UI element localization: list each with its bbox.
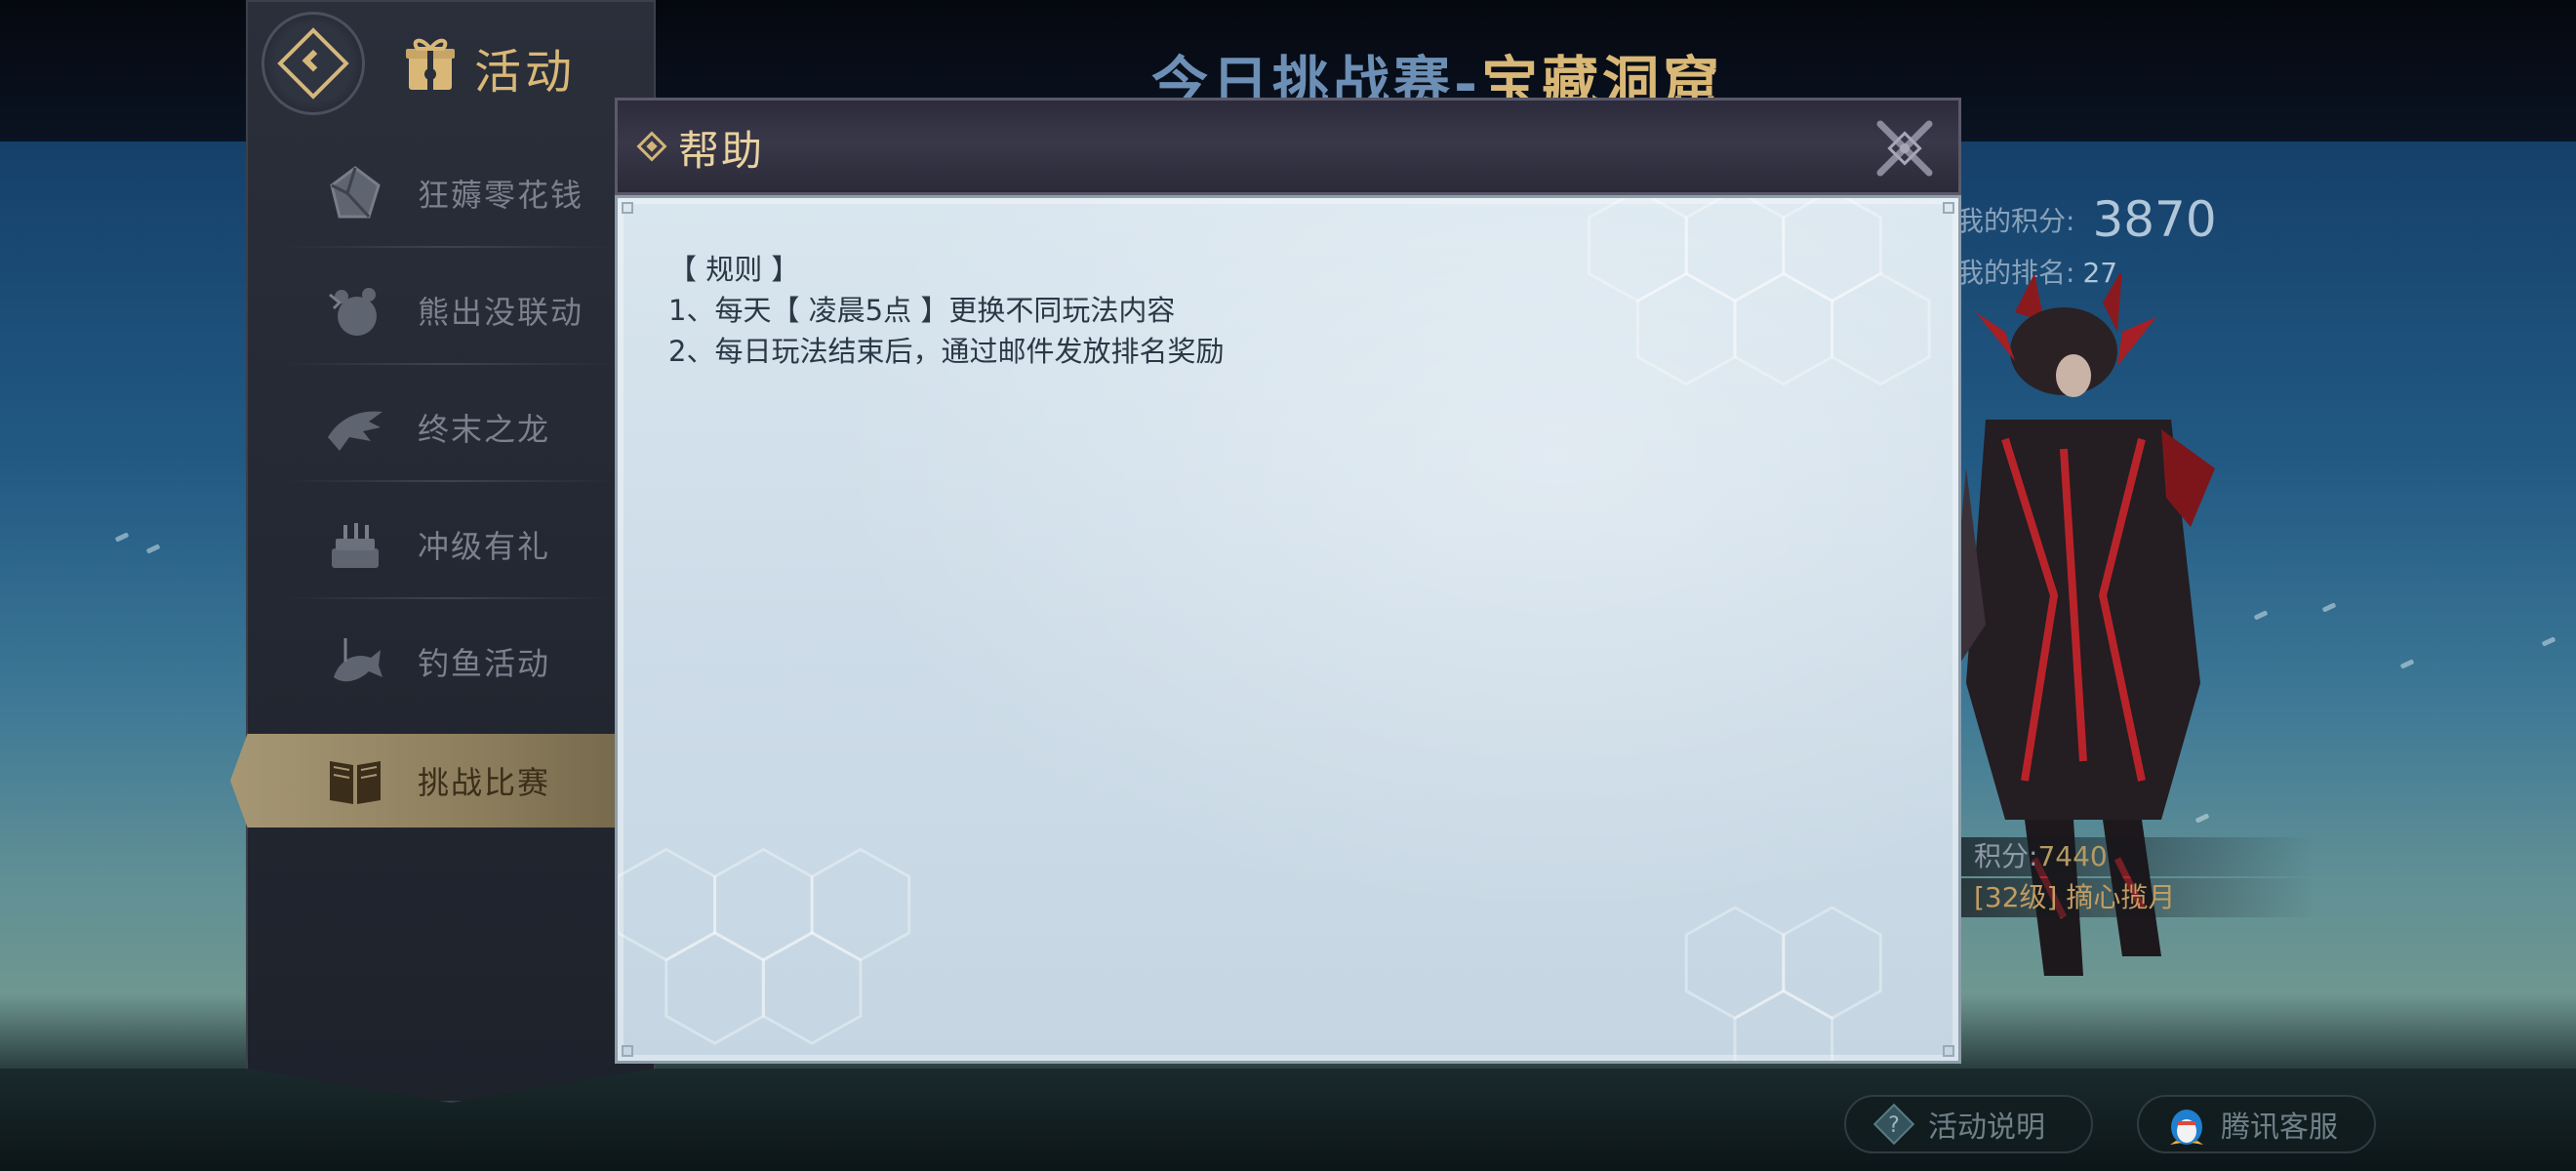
dragon-icon bbox=[328, 411, 382, 451]
sidebar-item-label: 冲级有礼 bbox=[418, 528, 551, 565]
my-score: 我的积分: 3870 bbox=[1956, 191, 2217, 248]
rule-line: 2、每日玩法结束后，通过邮件发放排名奖励 bbox=[668, 335, 1225, 368]
help-rules-text: 【 规则 】 1、每天【 凌晨5点 】更换不同玩法内容 2、每日玩法结束后，通过… bbox=[668, 249, 1224, 372]
rules-heading: 【 规则 】 bbox=[668, 253, 800, 286]
panel-title: 活动 bbox=[474, 45, 577, 100]
crystal-icon bbox=[330, 166, 381, 219]
challenge-title: 今日挑战赛-宝藏洞窟 bbox=[1151, 37, 1873, 105]
my-score-label: 我的积分: bbox=[1956, 205, 2075, 237]
menu-divider bbox=[283, 246, 615, 248]
menu-divider bbox=[283, 480, 615, 482]
close-x-icon[interactable] bbox=[1874, 118, 1935, 179]
sidebar-item-challenge[interactable]: 挑战比赛 bbox=[230, 734, 660, 828]
menu-divider bbox=[283, 363, 615, 365]
help-dialog-header: 帮助 bbox=[615, 98, 1961, 195]
book-icon bbox=[330, 761, 381, 804]
sidebar-item-crystal[interactable]: 狂薅零花钱 bbox=[275, 146, 636, 240]
help-dialog-body: 【 规则 】 1、每天【 凌晨5点 】更换不同玩法内容 2、每日玩法结束后，通过… bbox=[615, 195, 1961, 1064]
sidebar-item-cake[interactable]: 冲级有礼 bbox=[275, 498, 636, 591]
character-score: 积分:7440 bbox=[1956, 837, 2315, 876]
back-button[interactable] bbox=[262, 12, 365, 115]
character-name: [32级] 摘心揽月 bbox=[1956, 878, 2315, 917]
gift-icon bbox=[406, 38, 455, 90]
sidebar-item-label: 熊出没联动 bbox=[418, 294, 584, 331]
sidebar-item-fish[interactable]: 钓鱼活动 bbox=[275, 615, 636, 708]
svg-text:?: ? bbox=[1888, 1113, 1900, 1138]
rules-button-label: 活动说明 bbox=[1928, 1110, 2045, 1145]
cake-icon bbox=[332, 523, 379, 568]
question-diamond-icon: ? bbox=[1872, 1103, 1915, 1146]
back-diamond-icon bbox=[277, 27, 349, 100]
penguin-icon bbox=[2170, 1110, 2203, 1145]
rule-line: 1、每天【 凌晨5点 】更换不同玩法内容 bbox=[668, 294, 1176, 327]
sidebar-item-label: 终末之龙 bbox=[418, 411, 551, 448]
bear-icon bbox=[329, 288, 377, 336]
fish-icon bbox=[334, 638, 382, 682]
character-score-label: 积分: bbox=[1974, 840, 2038, 872]
sidebar-item-label: 狂薅零花钱 bbox=[418, 177, 584, 214]
frame-corner bbox=[622, 202, 633, 214]
sidebar-item-label: 钓鱼活动 bbox=[418, 645, 551, 682]
menu-divider bbox=[283, 597, 615, 599]
sidebar-item-bear[interactable]: 熊出没联动 bbox=[275, 263, 636, 357]
service-button-label: 腾讯客服 bbox=[2221, 1110, 2338, 1145]
frame-corner bbox=[1943, 202, 1954, 214]
sidebar-item-label: 挑战比赛 bbox=[418, 764, 551, 801]
frame-corner bbox=[1943, 1045, 1954, 1057]
title-diamond-icon bbox=[636, 131, 667, 162]
my-score-value: 3870 bbox=[2092, 191, 2217, 248]
service-button[interactable]: 腾讯客服 bbox=[2137, 1095, 2376, 1153]
frame-corner bbox=[622, 1045, 633, 1057]
help-dialog: 帮助 【 规则 】 1、每天【 凌晨5点 】更换不同玩法内容 2、每日玩法结束后… bbox=[615, 98, 1961, 1064]
character-score-value: 7440 bbox=[2037, 840, 2108, 872]
rules-button[interactable]: ? 活动说明 bbox=[1844, 1095, 2093, 1153]
sidebar-item-dragon[interactable]: 终末之龙 bbox=[275, 381, 636, 474]
help-dialog-title: 帮助 bbox=[678, 127, 765, 175]
